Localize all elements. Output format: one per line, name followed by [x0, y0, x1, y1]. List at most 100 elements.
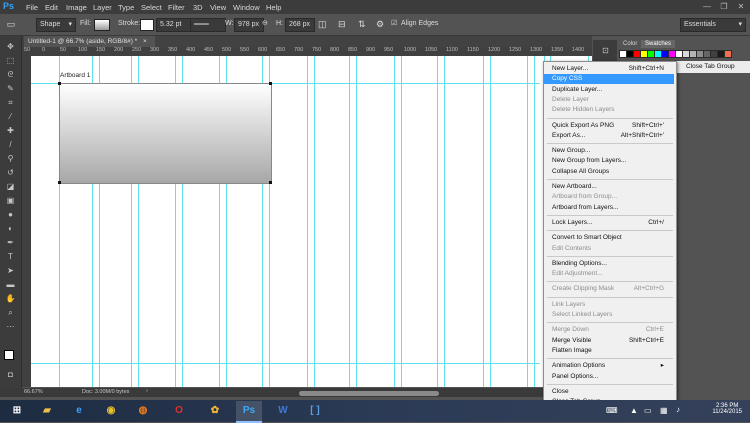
- guide-horizontal[interactable]: [31, 363, 540, 364]
- lasso-tool-icon[interactable]: ᘓ: [4, 70, 17, 79]
- move-tool-icon[interactable]: ✥: [4, 42, 17, 51]
- transform-handle[interactable]: [58, 82, 61, 85]
- photoshop-icon[interactable]: Ps: [236, 401, 262, 423]
- crop-tool-icon[interactable]: ⌗: [4, 98, 17, 107]
- document-size[interactable]: Doc: 3.00M/0 bytes: [82, 389, 129, 395]
- guide-vertical[interactable]: [483, 56, 484, 387]
- keyboard-icon[interactable]: ⌨: [606, 406, 618, 415]
- menu-item[interactable]: Collapse All Groups: [552, 167, 668, 177]
- fill-swatch[interactable]: [94, 19, 110, 31]
- menu-select[interactable]: Select: [141, 3, 162, 12]
- document-tab[interactable]: Untitled-1 @ 66.7% (aside, RGB/8#) * ×: [24, 36, 155, 47]
- quick-mask-icon[interactable]: ◘: [4, 370, 17, 379]
- guide-vertical[interactable]: [490, 56, 491, 387]
- brush-tool-icon[interactable]: /: [4, 140, 17, 149]
- blur-tool-icon[interactable]: ●: [4, 210, 17, 219]
- stroke-swatch[interactable]: [140, 19, 154, 31]
- history-panel-icon[interactable]: ⊡: [599, 46, 612, 55]
- paint-bucket-tool-icon[interactable]: ▣: [4, 196, 17, 205]
- tray-arrow-icon[interactable]: ▲: [630, 406, 638, 415]
- marquee-tool-icon[interactable]: ⬚: [4, 56, 17, 65]
- horizontal-scrollbar-thumb[interactable]: [299, 391, 439, 396]
- chrome-icon[interactable]: ◉: [98, 401, 124, 421]
- swatch[interactable]: [724, 50, 732, 58]
- tab-color[interactable]: Color: [619, 40, 641, 48]
- action-center-icon[interactable]: ▭: [644, 406, 652, 415]
- menu-type[interactable]: Type: [118, 3, 134, 12]
- guide-vertical[interactable]: [356, 56, 357, 387]
- windows-start-icon[interactable]: ⊞: [4, 401, 30, 421]
- tab-swatches[interactable]: Swatches: [641, 40, 676, 48]
- flyout-close-tab-group[interactable]: Close Tab Group: [686, 63, 735, 70]
- dodge-tool-icon[interactable]: ◐: [4, 224, 17, 233]
- workspace-select[interactable]: Essentials ▾: [680, 18, 746, 32]
- link-icon[interactable]: ⊖: [262, 18, 268, 30]
- type-tool-icon[interactable]: T: [4, 252, 17, 261]
- menu-item[interactable]: Flatten Image: [552, 346, 668, 356]
- menu-edit[interactable]: Edit: [45, 3, 58, 12]
- path-selection-tool-icon[interactable]: ➤: [4, 266, 17, 275]
- guide-vertical[interactable]: [314, 56, 315, 387]
- guide-vertical[interactable]: [401, 56, 402, 387]
- menu-item[interactable]: New Artboard...: [552, 182, 668, 192]
- guide-vertical[interactable]: [527, 56, 528, 387]
- quick-select-tool-icon[interactable]: ✎: [4, 84, 17, 93]
- rectangle-tool-icon[interactable]: ▬: [4, 280, 17, 289]
- menu-layer[interactable]: Layer: [93, 3, 112, 12]
- artboard-label[interactable]: Artboard 1: [60, 72, 90, 79]
- menu-item[interactable]: Quick Export As PNG Shift+Ctrl+': [552, 121, 668, 131]
- close-icon[interactable]: ✕: [736, 2, 746, 11]
- chevron-right-icon[interactable]: ›: [146, 388, 148, 394]
- menu-item[interactable]: Panel Options...: [552, 372, 668, 382]
- menu-item[interactable]: Lock Layers... Ctrl+/: [552, 218, 668, 228]
- guide-vertical[interactable]: [534, 56, 535, 387]
- minimize-icon[interactable]: —: [702, 2, 712, 11]
- path-operations-icon[interactable]: ◫: [318, 18, 327, 30]
- clock[interactable]: 2:36 PM 11/24/2015: [712, 403, 742, 415]
- menu-item[interactable]: Duplicate Layer...: [552, 85, 668, 95]
- menu-item[interactable]: Convert to Smart Object: [552, 233, 668, 243]
- stroke-size-input[interactable]: 5.32 pt: [156, 18, 194, 32]
- align-edges-checkbox[interactable]: ☑: [391, 18, 397, 30]
- menu-item[interactable]: Animation Options ▸: [552, 361, 668, 371]
- volume-icon[interactable]: ♪: [676, 405, 680, 414]
- menu-item[interactable]: Close: [552, 387, 668, 397]
- menu-image[interactable]: Image: [66, 3, 87, 12]
- menu-item[interactable]: New Group...: [552, 146, 668, 156]
- brackets-icon[interactable]: [ ]: [302, 401, 328, 421]
- history-brush-tool-icon[interactable]: ↺: [4, 168, 17, 177]
- canvas[interactable]: Artboard 1: [31, 56, 540, 387]
- zoom-tool-icon[interactable]: ⌕: [4, 308, 17, 317]
- shape-tool-icon[interactable]: ▭: [4, 18, 18, 30]
- menu-item[interactable]: Artboard from Layers...: [552, 203, 668, 213]
- more-tools-icon[interactable]: ⋯: [4, 322, 17, 331]
- menu-view[interactable]: View: [210, 3, 226, 12]
- height-input[interactable]: 268 px: [285, 18, 315, 32]
- tool-mode-select[interactable]: Shape ▾: [36, 18, 76, 32]
- menu-3d[interactable]: 3D: [193, 3, 203, 12]
- eyedropper-tool-icon[interactable]: ⁄: [4, 112, 17, 121]
- guide-vertical[interactable]: [437, 56, 438, 387]
- menu-help[interactable]: Help: [266, 3, 281, 12]
- file-explorer-icon[interactable]: ▰: [34, 401, 60, 421]
- menu-item[interactable]: Copy CSS: [544, 74, 674, 85]
- opera-icon[interactable]: O: [166, 401, 192, 421]
- stroke-type-select[interactable]: ═══: [190, 18, 226, 32]
- internet-explorer-icon[interactable]: e: [66, 401, 92, 421]
- eraser-tool-icon[interactable]: ◪: [4, 182, 17, 191]
- zoom-level[interactable]: 66.67%: [24, 389, 43, 395]
- foreground-color-swatch[interactable]: [4, 350, 14, 360]
- menu-item[interactable]: New Group from Layers...: [552, 156, 668, 166]
- menu-item[interactable]: Merge Visible Shift+Ctrl+E: [552, 336, 668, 346]
- menu-file[interactable]: File: [26, 3, 38, 12]
- path-arrangement-icon[interactable]: ⇅: [358, 18, 366, 30]
- gear-icon[interactable]: ⚙: [376, 18, 384, 30]
- word-icon[interactable]: W: [270, 401, 296, 421]
- guide-vertical[interactable]: [349, 56, 350, 387]
- width-input[interactable]: 978 px: [234, 18, 264, 32]
- menu-item[interactable]: Blending Options...: [552, 259, 668, 269]
- flower-app-icon[interactable]: ✿: [202, 401, 228, 421]
- guide-vertical[interactable]: [444, 56, 445, 387]
- guide-vertical[interactable]: [394, 56, 395, 387]
- menu-window[interactable]: Window: [233, 3, 260, 12]
